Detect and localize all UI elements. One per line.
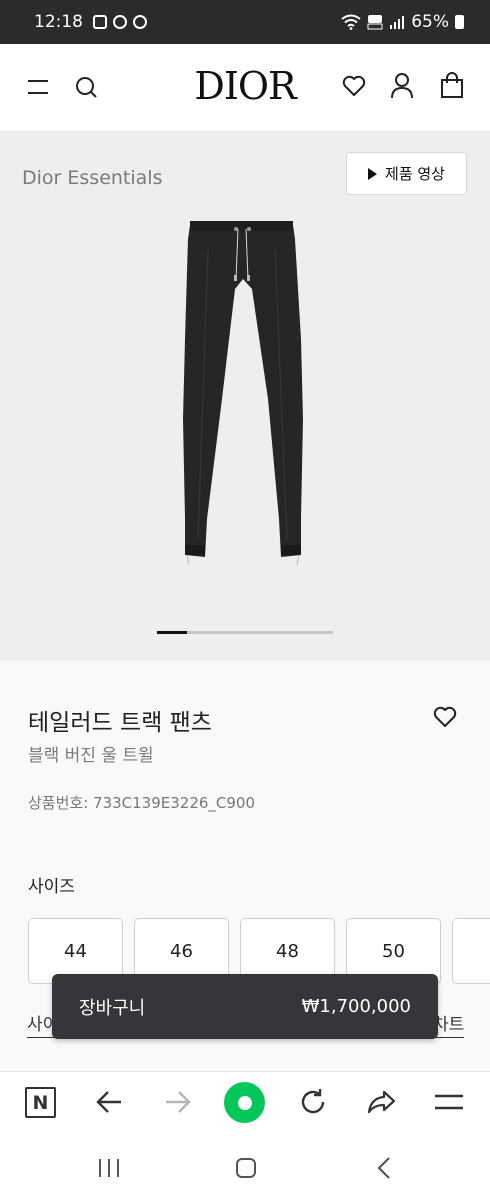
- reload-icon[interactable]: [298, 1087, 328, 1117]
- collection-label: Dior Essentials: [22, 167, 163, 189]
- carousel-progress: [157, 631, 333, 634]
- heart-icon[interactable]: [342, 75, 366, 97]
- back-icon[interactable]: [376, 1156, 392, 1180]
- wishlist-heart-icon[interactable]: [433, 706, 457, 728]
- browser-toolbar: N: [0, 1071, 490, 1135]
- chrome-icon: [133, 15, 147, 29]
- volte-icon: [367, 15, 383, 30]
- gallery-icon: [93, 15, 107, 29]
- status-time: 12:18: [34, 12, 83, 32]
- status-bar: 12:18 65%: [0, 0, 490, 44]
- share-icon[interactable]: [366, 1089, 396, 1115]
- user-icon[interactable]: [390, 72, 414, 99]
- dior-logo[interactable]: DIOR: [0, 64, 490, 108]
- status-left-icons: [93, 15, 147, 29]
- site-header: DIOR: [0, 44, 490, 131]
- cart-label: 장바구니: [79, 997, 146, 1019]
- play-icon: [368, 167, 378, 180]
- product-image-carousel[interactable]: Dior Essentials 제품 영상: [0, 131, 490, 661]
- home-icon[interactable]: [235, 1157, 257, 1179]
- product-video-label: 제품 영상: [385, 165, 445, 183]
- product-video-button[interactable]: 제품 영상: [346, 152, 467, 195]
- pants-product-image: [183, 221, 303, 566]
- product-code: 상품번호: 733C139E3226_C900: [28, 794, 256, 812]
- add-to-cart-bar[interactable]: 장바구니 ₩1,700,000: [52, 974, 438, 1039]
- carousel-progress-fill: [157, 631, 187, 634]
- system-nav-bar: [0, 1135, 490, 1200]
- home-green-dot: [237, 1095, 252, 1110]
- wifi-icon: [341, 14, 361, 30]
- forward-arrow-icon[interactable]: [164, 1089, 192, 1115]
- cart-price: ₩1,700,000: [301, 996, 411, 1017]
- home-green-icon[interactable]: [224, 1082, 265, 1123]
- recents-icon[interactable]: [97, 1157, 121, 1179]
- product-subtitle: 블랙 버진 울 트윌: [28, 746, 154, 766]
- naver-n-icon[interactable]: N: [25, 1087, 56, 1118]
- chrome-icon: [113, 15, 127, 29]
- status-right: 65%: [341, 12, 464, 32]
- product-name: 테일러드 트랙 팬츠: [28, 710, 212, 736]
- back-arrow-icon[interactable]: [95, 1089, 123, 1115]
- menu-lines-icon[interactable]: [434, 1092, 464, 1112]
- bag-icon[interactable]: [440, 72, 464, 99]
- naver-n-label: N: [32, 1091, 49, 1114]
- signal-icon: [390, 16, 405, 29]
- size-section-title: 사이즈: [28, 877, 75, 897]
- battery-icon: [455, 15, 464, 29]
- battery-percent: 65%: [411, 12, 449, 32]
- size-option-next[interactable]: [452, 918, 490, 984]
